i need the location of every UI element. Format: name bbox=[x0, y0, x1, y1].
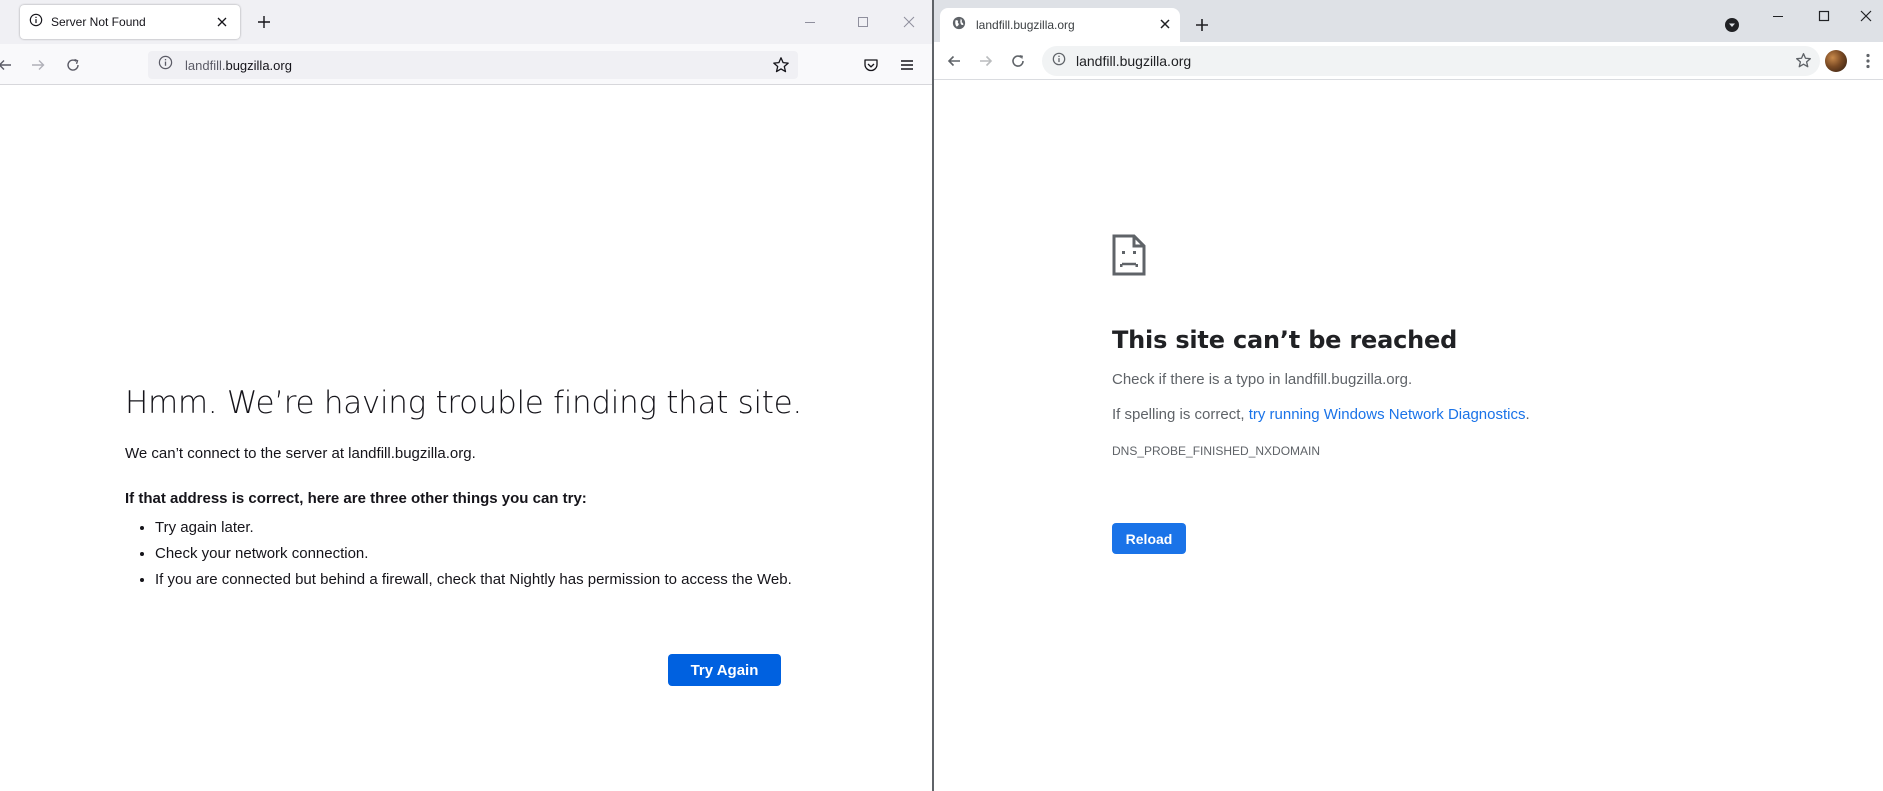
profile-avatar[interactable] bbox=[1825, 50, 1847, 72]
chrome-error-content: This site can’t be reached Check if ther… bbox=[1112, 234, 1672, 458]
site-info-icon[interactable] bbox=[158, 55, 173, 75]
firefox-tab-strip: Server Not Found bbox=[0, 0, 932, 44]
minimize-icon[interactable] bbox=[1761, 2, 1795, 30]
url-prefix: landfill. bbox=[185, 57, 226, 73]
firefox-error-subheading: If that address is correct, here are thr… bbox=[125, 490, 587, 507]
firefox-address-bar[interactable]: landfill.bugzilla.org bbox=[148, 51, 798, 79]
maximize-icon[interactable] bbox=[848, 8, 878, 36]
new-tab-button[interactable] bbox=[1192, 15, 1212, 35]
firefox-url-text: landfill.bugzilla.org bbox=[185, 58, 292, 73]
hamburger-menu-icon[interactable] bbox=[894, 52, 920, 78]
tab-search-icon[interactable] bbox=[1722, 15, 1742, 35]
bookmark-star-icon[interactable] bbox=[1795, 52, 1812, 74]
chrome-url-text: landfill.bugzilla.org bbox=[1076, 53, 1192, 69]
firefox-tab-server-not-found[interactable]: Server Not Found bbox=[20, 5, 240, 39]
site-info-icon[interactable] bbox=[1052, 52, 1066, 71]
forward-arrow-icon bbox=[972, 47, 1000, 75]
chrome-error-heading: This site can’t be reached bbox=[1112, 326, 1458, 354]
back-arrow-icon[interactable] bbox=[0, 52, 18, 78]
kebab-menu-icon[interactable] bbox=[1854, 47, 1882, 75]
list-item: Check your network connection. bbox=[155, 545, 805, 562]
chrome-tab-title: landfill.bugzilla.org bbox=[976, 18, 1075, 32]
close-window-icon[interactable] bbox=[1849, 2, 1883, 30]
chrome-omnibox[interactable]: landfill.bugzilla.org bbox=[1042, 46, 1820, 76]
close-tab-icon[interactable] bbox=[1160, 16, 1170, 34]
reload-icon[interactable] bbox=[60, 52, 86, 78]
chrome-tab-strip: landfill.bugzilla.org bbox=[934, 0, 1883, 42]
close-window-icon[interactable] bbox=[894, 8, 924, 36]
firefox-tab-title: Server Not Found bbox=[51, 15, 146, 29]
close-tab-icon[interactable] bbox=[214, 14, 230, 30]
firefox-error-lead: We can’t connect to the server at landfi… bbox=[125, 445, 476, 462]
sad-page-icon bbox=[1112, 234, 1146, 281]
reload-icon[interactable] bbox=[1004, 47, 1032, 75]
info-icon bbox=[29, 13, 43, 32]
diagnostics-prefix: If spelling is correct, bbox=[1112, 406, 1249, 423]
pocket-icon[interactable] bbox=[858, 52, 884, 78]
firefox-window: Server Not Found landfill.bugzilla.org H… bbox=[0, 0, 932, 791]
maximize-icon[interactable] bbox=[1807, 2, 1841, 30]
url-domain: bugzilla.org bbox=[225, 57, 292, 73]
back-arrow-icon[interactable] bbox=[940, 47, 968, 75]
error-code: DNS_PROBE_FINISHED_NXDOMAIN bbox=[1112, 444, 1321, 458]
list-item: If you are connected but behind a firewa… bbox=[155, 571, 805, 588]
forward-arrow-icon bbox=[25, 52, 51, 78]
chrome-navigation-bar: landfill.bugzilla.org bbox=[934, 42, 1883, 80]
minimize-icon[interactable] bbox=[795, 8, 825, 36]
list-item: Try again later. bbox=[155, 519, 805, 536]
chrome-tab-landfill[interactable]: landfill.bugzilla.org bbox=[940, 8, 1180, 42]
chrome-window: landfill.bugzilla.org landfill.bugzilla.… bbox=[934, 0, 1883, 791]
chrome-error-diagnostics-hint: If spelling is correct, try running Wind… bbox=[1112, 406, 1672, 423]
firefox-tips-list: Try again later. Check your network conn… bbox=[125, 519, 805, 588]
chrome-error-typo-hint: Check if there is a typo in landfill.bug… bbox=[1112, 371, 1413, 388]
reload-button[interactable]: Reload bbox=[1112, 523, 1186, 554]
firefox-navigation-bar: landfill.bugzilla.org bbox=[0, 44, 932, 85]
globe-icon bbox=[952, 16, 966, 35]
diagnostics-suffix: . bbox=[1525, 406, 1530, 423]
new-tab-button[interactable] bbox=[254, 12, 274, 32]
try-again-button[interactable]: Try Again bbox=[668, 654, 781, 686]
firefox-error-content: Hmm. We’re having trouble finding that s… bbox=[125, 385, 805, 597]
bookmark-star-icon[interactable] bbox=[772, 56, 790, 79]
firefox-error-heading: Hmm. We’re having trouble finding that s… bbox=[125, 385, 802, 421]
network-diagnostics-link[interactable]: try running Windows Network Diagnostics bbox=[1249, 406, 1526, 423]
